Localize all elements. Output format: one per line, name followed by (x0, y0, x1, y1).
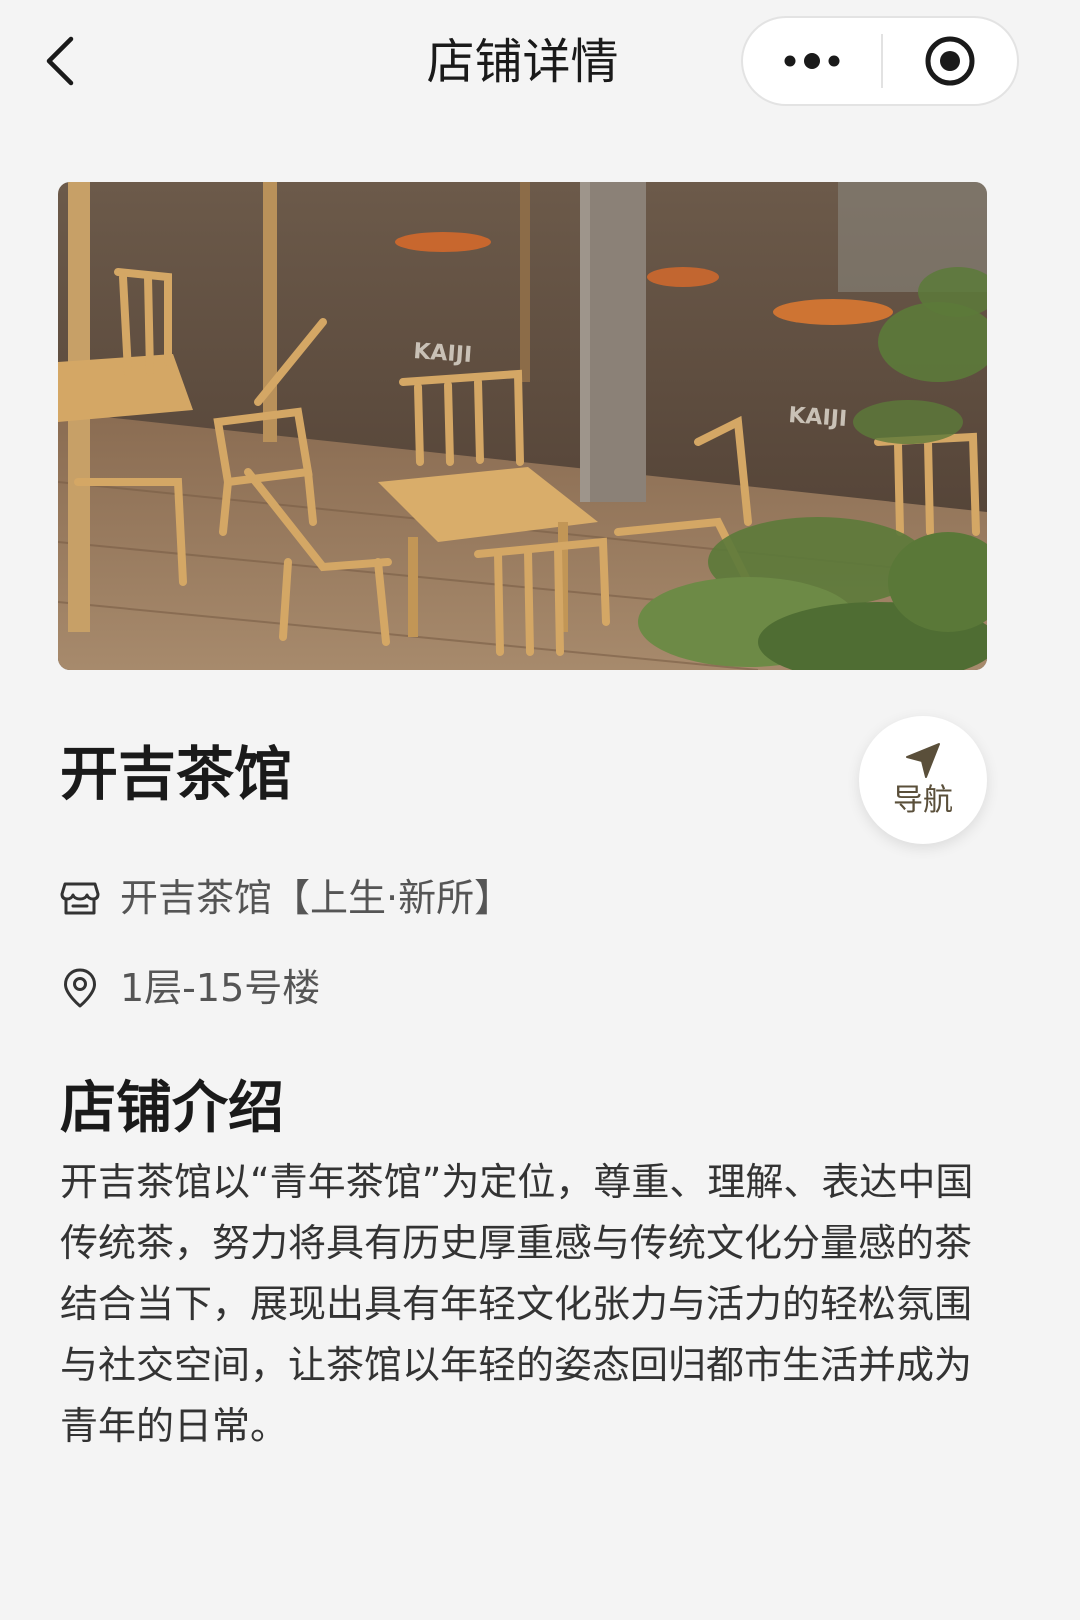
more-dots-icon (784, 53, 840, 69)
store-address: 1层-15号楼 (120, 966, 321, 1010)
store-icon (60, 876, 100, 920)
mini-program-capsule (741, 16, 1019, 106)
chevron-left-icon (46, 36, 74, 86)
back-button[interactable] (30, 28, 90, 94)
intro-title: 店铺介绍 (60, 1076, 284, 1141)
shop-full-name: 开吉茶馆【上生·新所】 (120, 876, 513, 920)
shop-name-row: 开吉茶馆【上生·新所】 (60, 874, 512, 922)
store-photo: KAIJI KAIJI (58, 182, 987, 670)
target-circle-icon (925, 36, 975, 86)
close-mini-program-button[interactable] (883, 18, 1017, 104)
navigation-bar: 店铺详情 (0, 0, 1045, 130)
navigation-arrow-icon (906, 743, 940, 778)
location-pin-icon (60, 966, 100, 1010)
intro-text: 开吉茶馆以“青年茶馆”为定位，尊重、理解、表达中国传统茶，努力将具有历史厚重感与… (60, 1160, 974, 1448)
sign-text-kaiji-1: KAIJI (413, 339, 473, 368)
navigate-label: 导航 (893, 783, 953, 818)
sign-text-kaiji-2: KAIJI (788, 403, 848, 432)
more-button[interactable] (743, 18, 881, 104)
store-name: 开吉茶馆 (60, 740, 293, 808)
address-row: 1层-15号楼 (60, 964, 320, 1012)
navigate-button[interactable]: 导航 (859, 716, 987, 844)
